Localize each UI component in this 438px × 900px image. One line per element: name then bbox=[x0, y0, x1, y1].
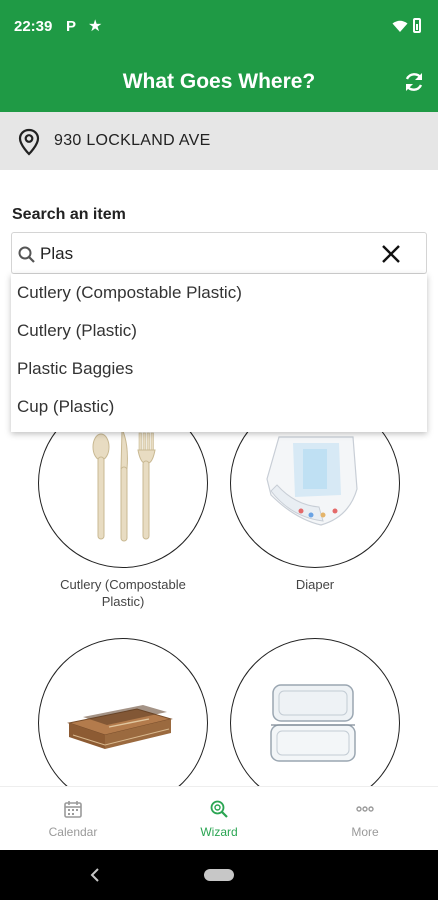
close-icon[interactable] bbox=[380, 243, 402, 265]
suggestion-item[interactable]: Cutlery (Compostable Plastic) bbox=[11, 274, 427, 312]
back-icon[interactable] bbox=[88, 866, 102, 884]
address-bar[interactable]: 930 LOCKLAND AVE bbox=[0, 112, 438, 170]
more-icon bbox=[356, 806, 374, 812]
home-button[interactable] bbox=[204, 869, 234, 881]
battery-icon bbox=[413, 18, 421, 33]
search-input[interactable] bbox=[40, 241, 370, 267]
app-screen: 22:39 P ★ What Goes Where? 930 LOCKLAND … bbox=[0, 0, 438, 900]
nav-item-wizard[interactable]: Wizard bbox=[146, 787, 292, 851]
nav-label: More bbox=[351, 825, 379, 839]
nav-label: Calendar bbox=[48, 825, 98, 839]
suggestion-item[interactable]: Cup (Plastic) bbox=[11, 388, 427, 426]
page-title: What Goes Where? bbox=[122, 70, 316, 93]
location-pin-icon bbox=[18, 128, 40, 156]
calendar-icon bbox=[64, 801, 82, 818]
wizard-search-icon bbox=[210, 800, 228, 818]
plastic-container-image bbox=[270, 684, 356, 762]
item-card-cutlery-compostable[interactable]: Cutlery (Compostable Plastic) bbox=[38, 398, 208, 628]
search-icon bbox=[18, 246, 35, 263]
app-bar: What Goes Where? bbox=[0, 56, 438, 112]
item-card-plastic-container[interactable] bbox=[230, 638, 400, 808]
nav-item-more[interactable]: More bbox=[292, 787, 438, 851]
cardboard-image bbox=[67, 705, 173, 749]
star-icon: ★ bbox=[88, 18, 103, 35]
address-text: 930 LOCKLAND AVE bbox=[54, 132, 211, 149]
bottom-nav: Calendar Wizard More bbox=[0, 786, 438, 850]
nav-label: Wizard bbox=[200, 825, 238, 839]
suggestion-item[interactable]: Plastic Baggies bbox=[11, 350, 427, 388]
suggestion-item[interactable]: Cutlery (Plastic) bbox=[11, 312, 427, 350]
item-card-cardboard[interactable] bbox=[38, 638, 208, 808]
refresh-icon[interactable] bbox=[402, 70, 426, 94]
search-field[interactable] bbox=[11, 232, 427, 274]
status-time: 22:39 bbox=[14, 18, 53, 35]
item-image-circle bbox=[230, 638, 400, 808]
item-caption: Diaper bbox=[295, 577, 335, 592]
search-label: Search an item bbox=[12, 206, 126, 223]
wifi-icon bbox=[392, 20, 408, 32]
item-caption: Cutlery (Compostable Plastic) bbox=[60, 577, 186, 609]
status-bar: 22:39 P ★ bbox=[0, 0, 438, 56]
system-nav-bar bbox=[0, 850, 438, 900]
suggestions-dropdown: Cutlery (Compostable Plastic) Cutlery (P… bbox=[11, 274, 427, 432]
nav-item-calendar[interactable]: Calendar bbox=[0, 787, 146, 851]
parking-icon: P bbox=[66, 18, 77, 35]
item-image-circle bbox=[38, 638, 208, 808]
